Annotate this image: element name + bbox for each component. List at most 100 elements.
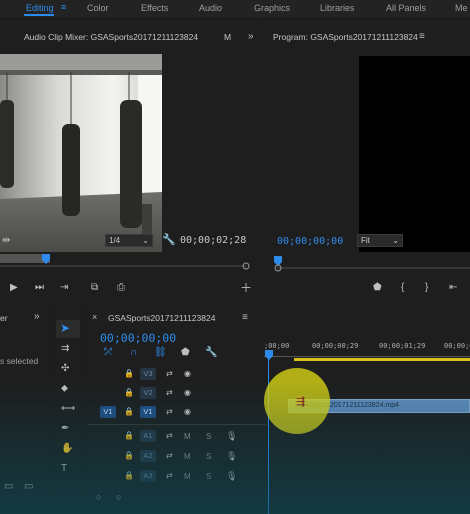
step-forward-icon[interactable]: ⏭ (35, 283, 44, 293)
microphone-icon[interactable]: 🎙 (226, 471, 237, 481)
microphone-icon[interactable]: 🎙 (226, 451, 237, 461)
razor-tool-icon[interactable]: ⬥ (61, 384, 68, 394)
program-panel: Program: GSASports20171211123824 ≡ 00;00… (265, 20, 470, 302)
source-patch-v1[interactable]: V1 (100, 406, 116, 418)
gym-scene-image (0, 54, 162, 252)
panel-menu-icon[interactable]: ≡ (242, 313, 248, 323)
panel-expand-icon[interactable]: » (248, 32, 254, 42)
panel-menu-icon[interactable]: ≡ (419, 32, 425, 42)
track-target-a1[interactable]: A1 (140, 430, 156, 442)
source-panel-tab-overflow[interactable]: M (224, 32, 231, 42)
workspace-tab-effects[interactable]: Effects (141, 3, 168, 13)
microphone-icon[interactable]: 🎙 (226, 431, 237, 441)
chevron-down-icon: ⌄ (392, 236, 399, 245)
eye-icon[interactable]: ◉ (184, 388, 191, 398)
source-panel-title[interactable]: Audio Clip Mixer: GSASports2017121112382… (24, 32, 198, 42)
list-view-icon[interactable]: ▭ (4, 482, 13, 492)
ruler-label-2: 00;00;01;29 (379, 342, 426, 350)
workspace-tab-more[interactable]: Me (455, 3, 468, 13)
linked-selection-icon[interactable]: ⛓ (154, 348, 167, 358)
mute-a1[interactable]: M (184, 432, 191, 441)
track-target-a3[interactable]: A3 (140, 470, 156, 482)
workspace-tab-libraries[interactable]: Libraries (320, 3, 355, 13)
overwrite-icon[interactable]: ⧉ (91, 283, 98, 293)
track-lock-icon[interactable]: 🔒 (124, 471, 134, 481)
add-button-icon[interactable]: ＋ (240, 282, 252, 294)
icon-view-icon[interactable]: ▭ (24, 482, 33, 492)
project-panel-tab[interactable]: er (0, 313, 8, 323)
tools-panel: ➤ ⇉ ✣ ⬥ ⟷ ✒ ✋ T (52, 306, 84, 514)
sync-lock-icon[interactable]: ⇄ (166, 369, 173, 379)
program-timecode[interactable]: 00;00;00;00 (277, 236, 343, 247)
panel-expand-icon[interactable]: » (34, 312, 40, 322)
go-to-in-icon[interactable]: ⇤ (449, 283, 457, 293)
selection-tool-icon[interactable]: ➤ (60, 322, 70, 334)
mark-in-icon[interactable]: { (401, 283, 404, 293)
workspace-menu-icon[interactable]: ≡ (61, 2, 66, 12)
mute-a3[interactable]: M (184, 472, 191, 481)
workspace-tab-all-panels[interactable]: All Panels (386, 3, 426, 13)
track-lock-icon[interactable]: 🔒 (124, 407, 134, 417)
export-frame-icon[interactable]: ⎙ (117, 283, 125, 293)
zoom-handle-icon[interactable]: ○ (116, 492, 121, 502)
sync-lock-icon[interactable]: ⇄ (166, 407, 173, 417)
workspace-tab-audio[interactable]: Audio (199, 3, 222, 13)
sync-lock-icon[interactable]: ⇄ (166, 431, 173, 441)
nest-sequences-icon[interactable]: ⤱ (104, 348, 112, 358)
source-in-out-icon[interactable]: ⇹ (2, 236, 10, 246)
track-target-a2[interactable]: A2 (140, 450, 156, 462)
zoom-handle-icon[interactable]: ○ (96, 492, 101, 502)
playhead-line (268, 356, 269, 514)
track-lock-icon[interactable]: 🔒 (124, 369, 134, 379)
sync-lock-icon[interactable]: ⇄ (166, 388, 173, 398)
mark-out-icon[interactable]: } (425, 283, 428, 293)
timeline-settings-icon[interactable]: 🔧 (205, 348, 217, 358)
track-select-tool-icon[interactable]: ⇉ (61, 344, 69, 354)
pen-tool-icon[interactable]: ✒ (61, 424, 69, 434)
eye-icon[interactable]: ◉ (184, 369, 191, 379)
solo-a1[interactable]: S (206, 432, 211, 441)
eye-icon[interactable]: ◉ (184, 407, 191, 417)
ripple-edit-tool-icon[interactable]: ✣ (61, 364, 69, 374)
solo-a2[interactable]: S (206, 452, 211, 461)
type-tool-icon[interactable]: T (61, 464, 67, 474)
sync-lock-icon[interactable]: ⇄ (166, 451, 173, 461)
program-fit-value: Fit (361, 236, 370, 245)
solo-a3[interactable]: S (206, 472, 211, 481)
work-area-bar[interactable] (294, 358, 470, 361)
time-ruler[interactable]: ;00;00 00;00;00;29 00;00;01;29 00;00;02;… (264, 334, 470, 366)
close-icon[interactable]: × (92, 312, 97, 322)
track-lock-icon[interactable]: 🔒 (124, 431, 134, 441)
slip-tool-icon[interactable]: ⟷ (61, 404, 75, 414)
project-bottom-icons: ▭ ▭ (0, 482, 48, 492)
track-lock-icon[interactable]: 🔒 (124, 388, 134, 398)
sync-lock-icon[interactable]: ⇄ (166, 471, 173, 481)
workspace-tab-color[interactable]: Color (87, 3, 109, 13)
track-lock-icon[interactable]: 🔒 (124, 451, 134, 461)
track-target-v3[interactable]: V3 (140, 368, 156, 380)
mute-a2[interactable]: M (184, 452, 191, 461)
timeline-timecode[interactable]: 00;00;00;00 (100, 331, 176, 345)
program-fit-select[interactable]: Fit ⌄ (357, 234, 403, 247)
workspace-tab-graphics[interactable]: Graphics (254, 3, 290, 13)
source-resolution-select[interactable]: 1/4 ⌄ (105, 234, 153, 247)
ripple-cursor-icon: ⇶ (296, 396, 306, 408)
hand-tool-icon[interactable]: ✋ (61, 444, 73, 454)
snap-icon[interactable]: ∩ (130, 348, 137, 358)
marker-icon[interactable]: ⬟ (373, 283, 382, 293)
program-panel-title[interactable]: Program: GSASports20171211123824 (273, 32, 418, 42)
ruler-label-1: 00;00;00;29 (312, 342, 359, 350)
source-timecode: 00;00;02;28 (180, 235, 247, 246)
insert-icon[interactable]: ⇥ (60, 283, 68, 293)
play-icon[interactable]: ▶ (10, 283, 18, 293)
sequence-tab-title[interactable]: GSASports20171211123824 (108, 313, 215, 323)
program-scrubber[interactable] (271, 252, 470, 272)
workspace-tab-editing[interactable]: Editing (26, 3, 54, 13)
wrench-icon[interactable]: 🔧 (162, 235, 176, 246)
track-target-v2[interactable]: V2 (140, 387, 156, 399)
track-target-v1[interactable]: V1 (140, 406, 156, 418)
playhead-icon[interactable] (264, 350, 274, 362)
add-marker-icon[interactable]: ⬟ (181, 348, 190, 358)
source-scrubber[interactable] (0, 250, 252, 270)
workspace-bar: Editing ≡ Color Effects Audio Graphics L… (0, 0, 470, 17)
